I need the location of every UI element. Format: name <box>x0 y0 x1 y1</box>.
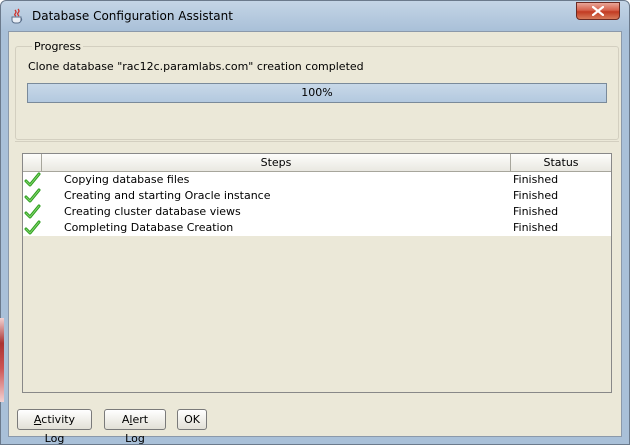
progress-message: Clone database "rac12c.paramlabs.com" cr… <box>28 60 364 73</box>
header-status[interactable]: Status <box>511 154 611 171</box>
window-title: Database Configuration Assistant <box>32 9 233 23</box>
header-steps[interactable]: Steps <box>42 154 511 171</box>
step-name: Completing Database Creation <box>64 221 234 234</box>
table-row[interactable]: Creating cluster database views Finished <box>23 204 611 221</box>
table-header: Steps Status <box>23 154 611 172</box>
activity-log-label: ctivity Log <box>41 413 76 445</box>
table-row[interactable]: Creating and starting Oracle instance Fin… <box>23 188 611 205</box>
dialog-content: Progress Clone database "rac12c.paramlab… <box>8 31 622 445</box>
alert-log-button[interactable]: Alert Log <box>104 409 166 445</box>
separator <box>15 141 619 142</box>
background-window-edge <box>0 318 4 402</box>
step-name: Creating cluster database views <box>64 205 241 218</box>
green-check-icon <box>24 172 41 188</box>
step-name: Copying database files <box>64 173 190 186</box>
java-coffee-cup-icon <box>9 8 25 24</box>
close-button[interactable] <box>576 2 620 20</box>
green-check-icon <box>24 220 41 236</box>
header-icon-column[interactable] <box>23 154 42 171</box>
table-row[interactable]: Copying database files Finished <box>23 172 611 189</box>
step-name: Creating and starting Oracle instance <box>64 189 271 202</box>
step-status: Finished <box>513 205 559 218</box>
steps-table[interactable]: Steps Status Copying database files Finis… <box>22 153 612 393</box>
progress-group-label: Progress <box>32 40 83 53</box>
green-check-icon <box>24 188 41 204</box>
step-status: Finished <box>513 221 559 234</box>
dialog-window: Database Configuration Assistant Progres… <box>0 0 630 445</box>
title-bar[interactable]: Database Configuration Assistant <box>1 1 629 31</box>
activity-log-button[interactable]: Activity Log <box>17 409 92 445</box>
green-check-icon <box>24 204 41 220</box>
ok-button[interactable]: OK <box>177 409 207 430</box>
step-status: Finished <box>513 173 559 186</box>
step-status: Finished <box>513 189 559 202</box>
progress-bar: 100% <box>27 83 607 103</box>
close-icon <box>592 6 604 16</box>
table-row[interactable]: Completing Database Creation Finished <box>23 220 611 237</box>
progress-percent-label: 100% <box>301 86 333 99</box>
